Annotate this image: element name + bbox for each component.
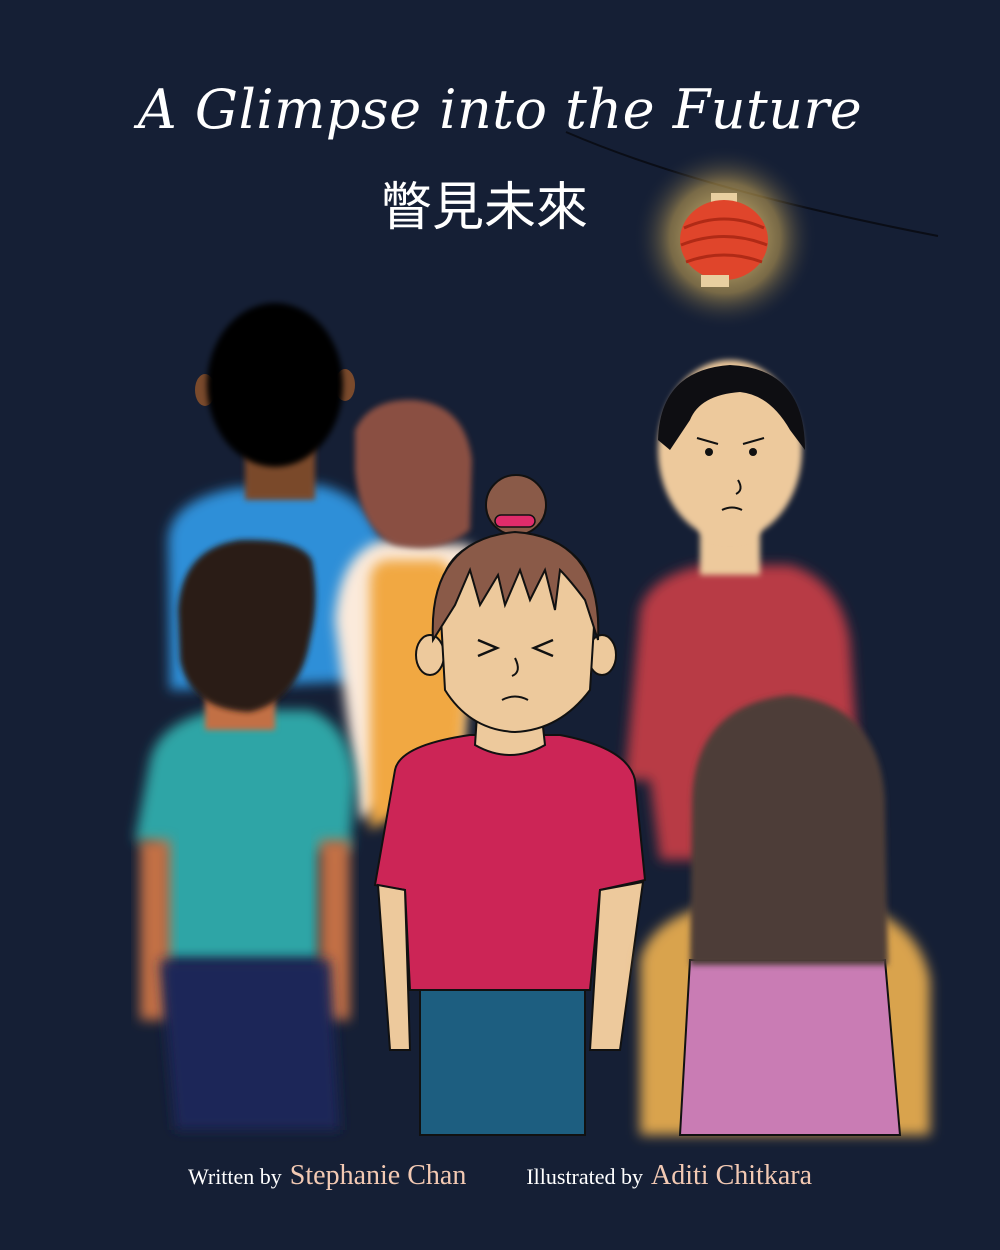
credits: Written by Stephanie Chan Illustrated by… <box>0 1160 1000 1192</box>
illustrator-credit: Illustrated by Aditi Chitkara <box>526 1160 812 1192</box>
lantern-icon <box>633 146 817 330</box>
illustrated-by-label: Illustrated by <box>526 1164 644 1189</box>
author-name: Stephanie Chan <box>289 1160 467 1191</box>
illustrator-name: Aditi Chitkara <box>651 1160 813 1191</box>
author-credit: Written by Stephanie Chan <box>188 1160 466 1192</box>
book-subtitle-chinese: 瞥見未來 <box>380 178 589 238</box>
book-title: A Glimpse into the Future <box>137 78 863 141</box>
book-cover: A Glimpse into the Future 瞥見未來 Written b… <box>0 0 1000 1250</box>
written-by-label: Written by <box>187 1164 282 1189</box>
